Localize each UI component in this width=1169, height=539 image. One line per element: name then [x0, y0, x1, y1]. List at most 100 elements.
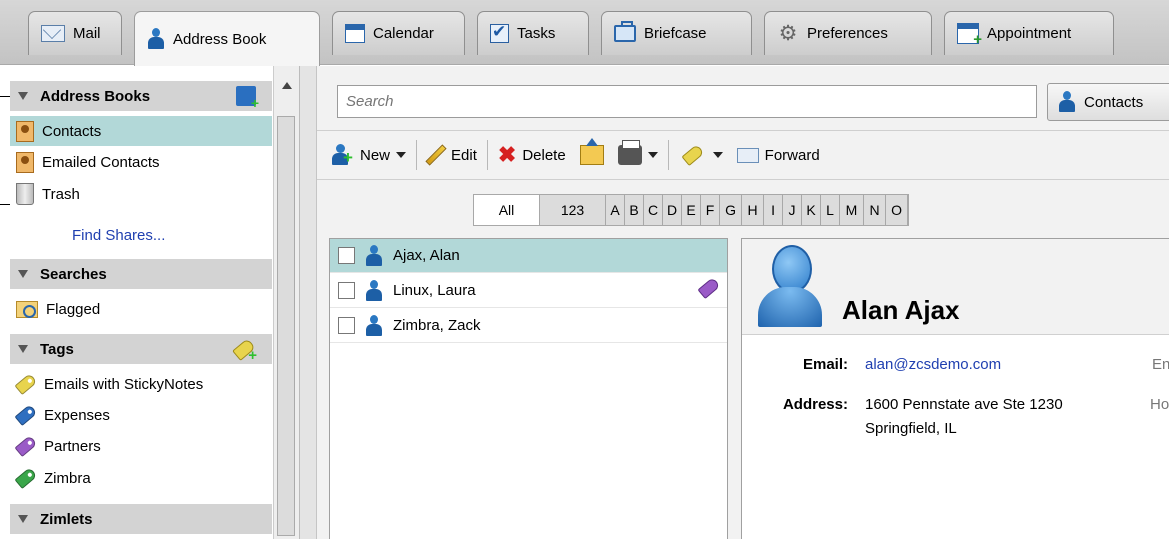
sidebar-item-tag[interactable]: Zimbra — [10, 463, 272, 493]
new-button[interactable]: New — [325, 139, 413, 171]
alphabet-filter-letter[interactable]: J — [783, 195, 802, 225]
forward-button[interactable]: Forward — [730, 139, 827, 171]
section-title: Searches — [40, 265, 107, 283]
alphabet-filter-letter[interactable]: O — [886, 195, 908, 225]
collapse-triangle-icon[interactable] — [18, 92, 28, 100]
sidebar-item-flagged[interactable]: Flagged — [10, 294, 272, 324]
alphabet-filter-letter[interactable]: D — [663, 195, 682, 225]
alphabet-filter-letter[interactable]: F — [701, 195, 720, 225]
delete-x-icon: ✖ — [497, 142, 517, 167]
address-line-1: 1600 Pennstate ave Ste 1230 — [865, 396, 1063, 413]
saved-search-folder-icon — [16, 300, 38, 318]
tab-label: Tasks — [517, 25, 556, 42]
email-link[interactable]: alan@zcsdemo.com — [865, 353, 1001, 377]
alphabet-filter-all[interactable]: All — [474, 195, 540, 225]
find-shares-link[interactable]: Find Shares... — [10, 220, 272, 250]
tag-icon — [681, 143, 705, 167]
edit-button[interactable]: Edit — [420, 139, 484, 171]
print-button[interactable] — [611, 139, 665, 171]
searches-header[interactable]: Searches — [10, 259, 272, 289]
alphabet-filter-bar: All 123 A B C D E F G H I J K L M N O — [473, 194, 909, 226]
gear-icon: ⚙ — [778, 21, 798, 45]
tag-icon — [14, 372, 38, 396]
row-checkbox[interactable] — [338, 282, 355, 299]
contact-row[interactable]: Linux, Laura — [330, 274, 727, 308]
person-icon — [365, 279, 383, 302]
tab-label: Briefcase — [644, 25, 707, 42]
contact-name: Ajax, Alan — [393, 247, 460, 264]
contact-detail-pane: Alan Ajax Email: alan@zcsdemo.com En Add… — [741, 238, 1169, 539]
alphabet-filter-letter[interactable]: G — [720, 195, 742, 225]
sidebar-item-tag[interactable]: Partners — [10, 431, 272, 461]
section-title: Address Books — [40, 87, 151, 105]
toolbar-separator — [667, 140, 669, 170]
alphabet-filter-letter[interactable]: K — [802, 195, 821, 225]
person-icon — [365, 244, 383, 267]
sidebar-item-trash[interactable]: Trash — [10, 179, 272, 209]
delete-button-label: Delete — [522, 146, 566, 164]
sidebar-item-tag[interactable]: Expenses — [10, 400, 272, 430]
zimlets-header[interactable]: Zimlets — [10, 504, 272, 534]
edge-marker — [0, 96, 10, 97]
address-book-icon — [16, 151, 34, 173]
contact-row[interactable]: Ajax, Alan — [330, 239, 727, 273]
mail-icon — [41, 25, 65, 42]
dropdown-arrow-icon[interactable] — [647, 152, 658, 158]
collapse-triangle-icon[interactable] — [18, 515, 28, 523]
alphabet-filter-letter[interactable]: C — [644, 195, 663, 225]
row-checkbox[interactable] — [338, 247, 355, 264]
tag-icon — [14, 403, 38, 427]
scroll-up-arrow-icon[interactable] — [282, 82, 292, 89]
dropdown-arrow-icon[interactable] — [396, 152, 407, 158]
alphabet-filter-letter[interactable]: H — [742, 195, 764, 225]
alphabet-filter-letter[interactable]: N — [864, 195, 886, 225]
tab-mail[interactable]: Mail — [28, 11, 122, 55]
row-checkbox[interactable] — [338, 317, 355, 334]
sidebar-item-label: Emails with StickyNotes — [44, 375, 204, 393]
tag-button[interactable] — [672, 139, 730, 171]
alphabet-filter-letter[interactable]: L — [821, 195, 840, 225]
edge-marker — [0, 204, 10, 205]
tab-calendar[interactable]: Calendar — [332, 11, 465, 55]
contact-row[interactable]: Zimbra, Zack — [330, 309, 727, 343]
tab-preferences[interactable]: ⚙ Preferences — [764, 11, 932, 55]
collapse-triangle-icon[interactable] — [18, 345, 28, 353]
alphabet-filter-letter[interactable]: A — [606, 195, 625, 225]
alphabet-filter-letter[interactable]: E — [682, 195, 701, 225]
tab-briefcase[interactable]: Briefcase — [601, 11, 752, 55]
collapse-triangle-icon[interactable] — [18, 270, 28, 278]
sidebar-item-contacts[interactable]: Contacts — [10, 116, 272, 146]
alphabet-filter-letter[interactable]: M — [840, 195, 864, 225]
search-scope-dropdown[interactable]: Contacts — [1047, 83, 1169, 121]
dropdown-arrow-icon[interactable] — [712, 152, 723, 158]
pane-splitter[interactable] — [300, 66, 317, 539]
sidebar-item-tag[interactable]: Emails with StickyNotes — [10, 369, 272, 399]
tab-appointment[interactable]: Appointment — [944, 11, 1114, 55]
search-input[interactable] — [337, 85, 1037, 118]
edit-button-label: Edit — [451, 146, 477, 164]
move-button[interactable] — [573, 138, 611, 171]
alphabet-filter-letter[interactable]: I — [764, 195, 783, 225]
tab-tasks[interactable]: Tasks — [477, 11, 589, 55]
new-tag-icon[interactable] — [232, 338, 257, 364]
person-icon — [365, 314, 383, 337]
main-content: Contacts New Edit ✖ Delete — [300, 66, 1169, 539]
email-label: Email: — [802, 356, 848, 373]
tags-header[interactable]: Tags — [10, 334, 272, 364]
tab-address-book[interactable]: Address Book — [134, 11, 320, 66]
new-address-book-icon[interactable] — [236, 86, 259, 111]
address-books-header[interactable]: Address Books — [10, 81, 272, 111]
delete-button[interactable]: ✖ Delete — [491, 139, 573, 171]
appointment-icon — [957, 23, 982, 48]
scrollbar-thumb[interactable] — [277, 116, 295, 536]
address-line-2: Springfield, IL — [865, 420, 957, 437]
contact-name: Zimbra, Zack — [393, 317, 481, 334]
contact-name: Linux, Laura — [393, 282, 476, 299]
alphabet-filter-letter[interactable]: B — [625, 195, 644, 225]
briefcase-icon — [614, 21, 636, 42]
sidebar-scrollbar[interactable] — [273, 66, 299, 539]
alphabet-filter-numbers[interactable]: 123 — [540, 195, 606, 225]
sidebar-item-emailed-contacts[interactable]: Emailed Contacts — [10, 147, 272, 177]
contact-list: Ajax, Alan Linux, Laura Zimbra, Zack — [329, 238, 728, 539]
forward-button-label: Forward — [764, 146, 820, 164]
